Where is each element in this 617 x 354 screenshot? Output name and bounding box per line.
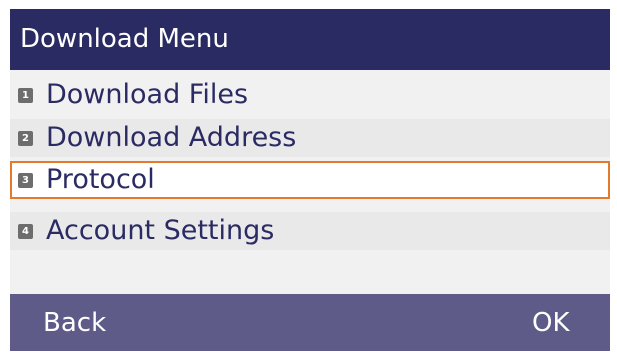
menu-item-label: Download Address bbox=[46, 122, 297, 153]
phone-display: Download Menu 1 Download Files 2 Downloa… bbox=[10, 9, 610, 351]
number-4-icon: 4 bbox=[18, 224, 33, 239]
menu-item-download-address[interactable]: 2 Download Address bbox=[10, 119, 610, 157]
menu-item-label: Protocol bbox=[46, 164, 155, 195]
menu-item-account-settings[interactable]: 4 Account Settings bbox=[10, 212, 610, 250]
menu-item-protocol[interactable]: 3 Protocol bbox=[10, 161, 610, 199]
back-softkey[interactable]: Back bbox=[43, 306, 106, 340]
softkey-bar: Back OK bbox=[10, 294, 610, 351]
ok-softkey[interactable]: OK bbox=[532, 306, 570, 340]
page-title: Download Menu bbox=[20, 24, 229, 54]
menu-item-label: Download Files bbox=[46, 79, 249, 110]
title-bar: Download Menu bbox=[10, 9, 610, 70]
number-3-icon: 3 bbox=[18, 173, 33, 188]
number-1-icon: 1 bbox=[18, 88, 33, 103]
menu-item-download-files[interactable]: 1 Download Files bbox=[10, 76, 610, 114]
menu-item-label: Account Settings bbox=[46, 215, 275, 246]
number-2-icon: 2 bbox=[18, 131, 33, 146]
